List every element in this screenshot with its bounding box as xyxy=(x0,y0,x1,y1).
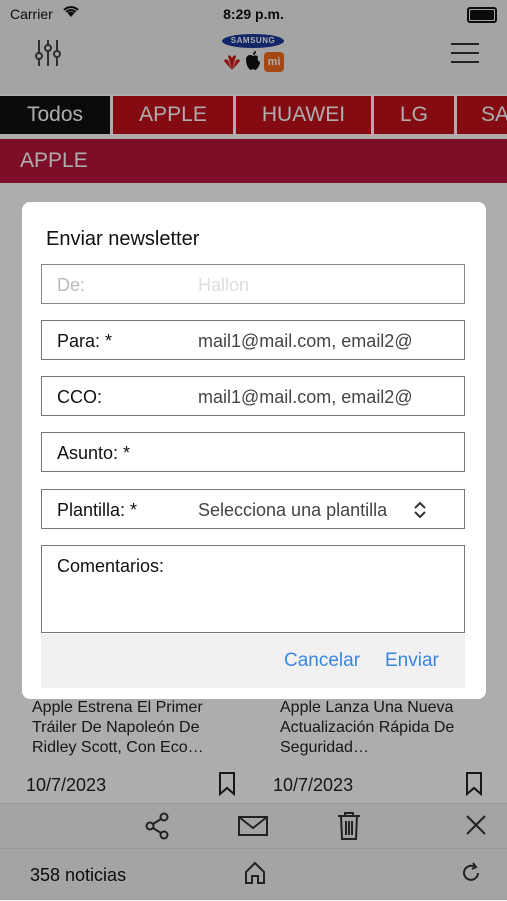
dialog-actions: Cancelar Enviar xyxy=(41,634,465,688)
bcc-field[interactable]: CCO: mail1@mail.com, email2@ xyxy=(41,376,465,416)
from-field: De: Hallon xyxy=(41,264,465,304)
cancel-button[interactable]: Cancelar xyxy=(284,650,360,672)
from-label: De: xyxy=(57,275,86,295)
from-value: Hallon xyxy=(198,275,250,295)
template-select[interactable]: Selecciona una plantilla xyxy=(198,500,408,521)
template-label: Plantilla: * xyxy=(57,500,138,520)
bcc-label: CCO: xyxy=(57,387,102,407)
to-field[interactable]: Para: * mail1@mail.com, email2@ xyxy=(41,320,465,360)
subject-label: Asunto: * xyxy=(57,443,131,463)
comments-label: Comentarios: xyxy=(57,556,165,576)
comments-field[interactable]: Comentarios: xyxy=(41,545,465,633)
dialog-title: Enviar newsletter xyxy=(46,228,200,250)
newsletter-dialog: Enviar newsletter De: Hallon Para: * mai… xyxy=(22,202,486,699)
template-field[interactable]: Plantilla: * Selecciona una plantilla xyxy=(41,489,465,529)
chevron-updown-icon[interactable] xyxy=(413,501,427,524)
subject-field[interactable]: Asunto: * xyxy=(41,432,465,472)
bcc-input[interactable]: mail1@mail.com, email2@ xyxy=(198,387,460,408)
send-button[interactable]: Enviar xyxy=(385,650,439,672)
to-input[interactable]: mail1@mail.com, email2@ xyxy=(198,331,460,352)
to-label: Para: * xyxy=(57,331,113,351)
